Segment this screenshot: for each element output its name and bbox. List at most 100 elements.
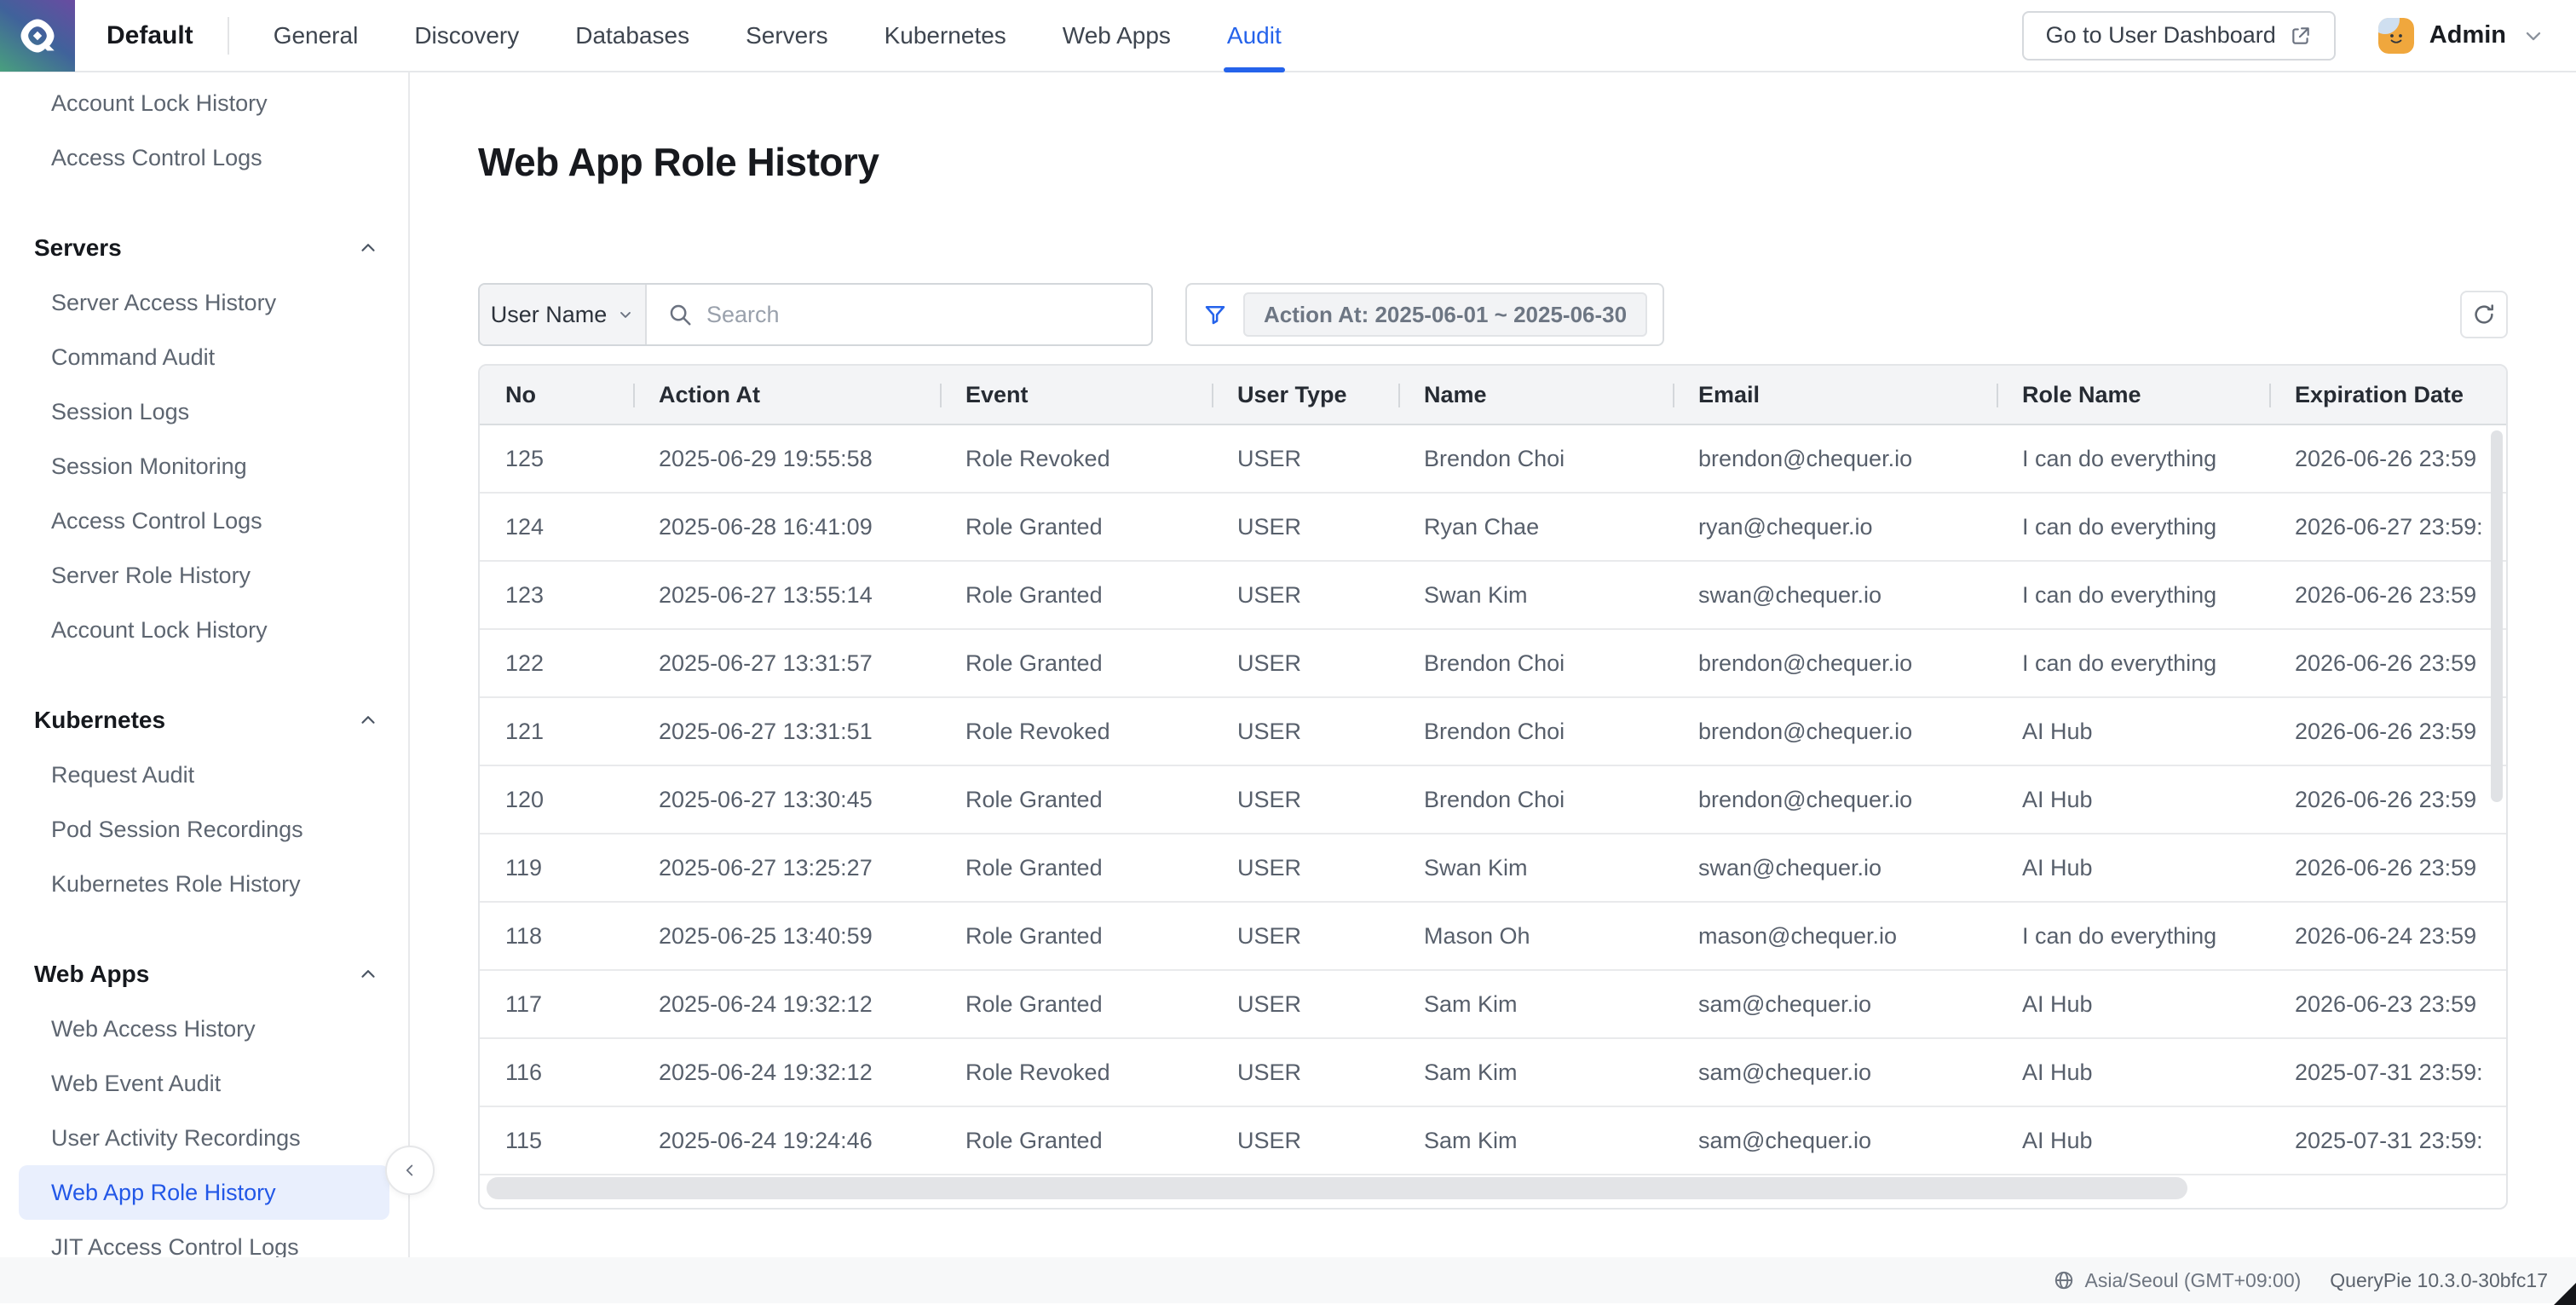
- cell-expiration-date: 2025-07-31 23:59:: [2269, 1039, 2506, 1106]
- cell-event: Role Granted: [940, 630, 1212, 696]
- nav-item-databases[interactable]: Databases: [572, 0, 693, 71]
- sidebar-item-kubernetes-role-history[interactable]: Kubernetes Role History: [0, 857, 408, 911]
- sidebar-item-web-app-role-history[interactable]: Web App Role History: [19, 1165, 389, 1220]
- user-menu[interactable]: Admin: [2378, 18, 2545, 54]
- sidebar-item-access-control-logs[interactable]: Access Control Logs: [0, 130, 408, 185]
- cell-no: 119: [480, 834, 633, 901]
- column-header-email: Email: [1673, 366, 1997, 424]
- table-row[interactable]: 1232025-06-27 13:55:14Role GrantedUSERSw…: [480, 562, 2506, 630]
- chevron-down-icon: [2521, 24, 2545, 48]
- go-to-user-dashboard-label: Go to User Dashboard: [2046, 22, 2276, 49]
- page-title: Web App Role History: [478, 139, 2508, 185]
- cell-name: Sam Kim: [1398, 1107, 1673, 1174]
- table-row[interactable]: 1222025-06-27 13:31:57Role GrantedUSERBr…: [480, 630, 2506, 698]
- globe-icon: [2053, 1269, 2075, 1291]
- cell-no: 120: [480, 766, 633, 833]
- table-row[interactable]: 1182025-06-25 13:40:59Role GrantedUSERMa…: [480, 903, 2506, 971]
- nav-item-web-apps[interactable]: Web Apps: [1059, 0, 1174, 71]
- action-at-date-range-chip[interactable]: Action At: 2025-06-01 ~ 2025-06-30: [1243, 292, 1647, 337]
- sidebar-item-account-lock-history[interactable]: Account Lock History: [0, 603, 408, 657]
- cell-event: Role Granted: [940, 562, 1212, 628]
- sidebar-item-access-control-logs[interactable]: Access Control Logs: [0, 494, 408, 548]
- search-field-value: User Name: [491, 302, 608, 328]
- nav-item-discovery[interactable]: Discovery: [411, 0, 522, 71]
- sidebar-group: KubernetesRequest AuditPod Session Recor…: [0, 693, 408, 911]
- sidebar-section-web-apps[interactable]: Web Apps: [0, 947, 408, 1002]
- column-header-no: No: [480, 366, 633, 424]
- cell-user-type: USER: [1212, 698, 1398, 765]
- cell-name: Ryan Chae: [1398, 494, 1673, 560]
- nav-item-audit[interactable]: Audit: [1224, 0, 1285, 71]
- cell-no: 121: [480, 698, 633, 765]
- sidebar-item-request-audit[interactable]: Request Audit: [0, 748, 408, 802]
- sidebar-item-pod-session-recordings[interactable]: Pod Session Recordings: [0, 802, 408, 857]
- table-row[interactable]: 1202025-06-27 13:30:45Role GrantedUSERBr…: [480, 766, 2506, 834]
- cell-name: Brendon Choi: [1398, 698, 1673, 765]
- table-row[interactable]: 1242025-06-28 16:41:09Role GrantedUSERRy…: [480, 494, 2506, 562]
- external-link-icon: [2290, 25, 2312, 47]
- vertical-scrollbar[interactable]: [2491, 430, 2503, 802]
- cell-name: Brendon Choi: [1398, 630, 1673, 696]
- horizontal-scrollbar[interactable]: [487, 1177, 2187, 1199]
- cell-action-at: 2025-06-24 19:32:12: [633, 1039, 940, 1106]
- refresh-button[interactable]: [2460, 291, 2508, 338]
- cell-email: brendon@chequer.io: [1673, 630, 1997, 696]
- cell-email: ryan@chequer.io: [1673, 494, 1997, 560]
- cell-name: Mason Oh: [1398, 903, 1673, 969]
- table-row[interactable]: 1252025-06-29 19:55:58Role RevokedUSERBr…: [480, 425, 2506, 494]
- sidebar-item-account-lock-history[interactable]: Account Lock History: [0, 76, 408, 130]
- cell-name: Sam Kim: [1398, 1039, 1673, 1106]
- sidebar-item-jit-access-control-logs[interactable]: JIT Access Control Logs: [0, 1220, 408, 1257]
- cell-role-name: AI Hub: [1997, 834, 2269, 901]
- cell-user-type: USER: [1212, 425, 1398, 492]
- sidebar-item-web-event-audit[interactable]: Web Event Audit: [0, 1056, 408, 1111]
- table-row[interactable]: 1162025-06-24 19:32:12Role RevokedUSERSa…: [480, 1039, 2506, 1107]
- nav-item-servers[interactable]: Servers: [742, 0, 831, 71]
- chevron-down-icon: [617, 306, 634, 323]
- sidebar-item-command-audit[interactable]: Command Audit: [0, 330, 408, 384]
- cell-event: Role Granted: [940, 971, 1212, 1037]
- search-field-selector[interactable]: User Name: [480, 285, 647, 344]
- sidebar-section-kubernetes[interactable]: Kubernetes: [0, 693, 408, 748]
- nav-item-kubernetes[interactable]: Kubernetes: [881, 0, 1010, 71]
- table-row[interactable]: 1172025-06-24 19:32:12Role GrantedUSERSa…: [480, 971, 2506, 1039]
- cell-event: Role Revoked: [940, 698, 1212, 765]
- cell-role-name: AI Hub: [1997, 698, 2269, 765]
- mouse-cursor: [2554, 1283, 2576, 1305]
- sidebar-item-session-logs[interactable]: Session Logs: [0, 384, 408, 439]
- nav-item-general[interactable]: General: [270, 0, 362, 71]
- sidebar-item-server-access-history[interactable]: Server Access History: [0, 275, 408, 330]
- sidebar-section-servers[interactable]: Servers: [0, 221, 408, 275]
- sidebar-collapse-button[interactable]: [385, 1146, 435, 1195]
- sidebar-item-session-monitoring[interactable]: Session Monitoring: [0, 439, 408, 494]
- sidebar-item-web-access-history[interactable]: Web Access History: [0, 1002, 408, 1056]
- querypie-logo[interactable]: [0, 0, 75, 72]
- cell-email: swan@chequer.io: [1673, 562, 1997, 628]
- cell-role-name: I can do everything: [1997, 562, 2269, 628]
- table-row[interactable]: 1152025-06-24 19:24:46Role GrantedUSERSa…: [480, 1107, 2506, 1175]
- sidebar-group: Account Lock HistoryAccess Control Logs: [0, 76, 408, 185]
- cell-role-name: I can do everything: [1997, 630, 2269, 696]
- cell-user-type: USER: [1212, 903, 1398, 969]
- column-header-user-type: User Type: [1212, 366, 1398, 424]
- table-header-row: NoAction AtEventUser TypeNameEmailRole N…: [480, 366, 2506, 425]
- sidebar-item-server-role-history[interactable]: Server Role History: [0, 548, 408, 603]
- cell-expiration-date: 2026-06-26 23:59: [2269, 630, 2506, 696]
- table-row[interactable]: 1212025-06-27 13:31:51Role RevokedUSERBr…: [480, 698, 2506, 766]
- cell-name: Brendon Choi: [1398, 425, 1673, 492]
- cell-name: Swan Kim: [1398, 562, 1673, 628]
- cell-event: Role Granted: [940, 834, 1212, 901]
- cell-role-name: I can do everything: [1997, 903, 2269, 969]
- cell-event: Role Granted: [940, 766, 1212, 833]
- cell-role-name: AI Hub: [1997, 971, 2269, 1037]
- sidebar-item-user-activity-recordings[interactable]: User Activity Recordings: [0, 1111, 408, 1165]
- filter-funnel-icon[interactable]: [1202, 302, 1228, 327]
- go-to-user-dashboard-button[interactable]: Go to User Dashboard: [2022, 11, 2336, 61]
- column-header-action-at: Action At: [633, 366, 940, 424]
- workspace-selector[interactable]: Default: [107, 21, 193, 50]
- table-row[interactable]: 1192025-06-27 13:25:27Role GrantedUSERSw…: [480, 834, 2506, 903]
- search-input[interactable]: [706, 302, 1151, 328]
- cell-action-at: 2025-06-27 13:31:57: [633, 630, 940, 696]
- cell-expiration-date: 2026-06-26 23:59: [2269, 766, 2506, 833]
- timezone-label: Asia/Seoul (GMT+09:00): [2085, 1269, 2302, 1292]
